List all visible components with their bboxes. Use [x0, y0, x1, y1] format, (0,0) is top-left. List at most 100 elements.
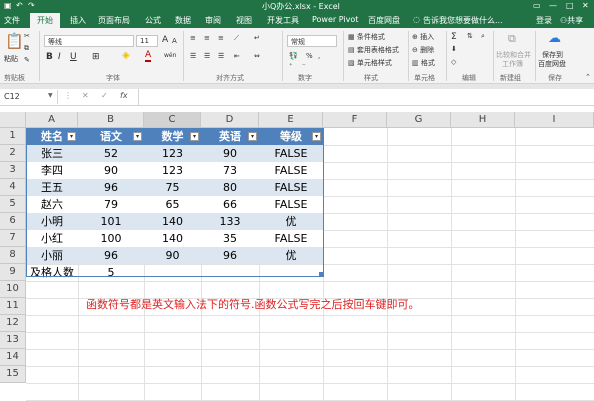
- table-cell[interactable]: 5: [78, 264, 144, 281]
- font-color-icon[interactable]: A: [145, 51, 152, 62]
- row-header-5[interactable]: 5: [0, 196, 26, 213]
- table-cell[interactable]: 96: [78, 179, 144, 196]
- select-all-corner[interactable]: [0, 112, 26, 128]
- table-cell[interactable]: 王五: [26, 179, 78, 196]
- table-cell[interactable]: 75: [144, 179, 201, 196]
- bold-button[interactable]: B: [46, 52, 53, 62]
- table-cell[interactable]: 张三: [26, 145, 78, 162]
- table-cell[interactable]: 小红: [26, 230, 78, 247]
- row-header-4[interactable]: 4: [0, 179, 26, 196]
- baidu-cloud-icon[interactable]: ☁: [548, 31, 561, 46]
- cancel-icon[interactable]: ✕: [82, 91, 89, 100]
- format-painter-icon[interactable]: ✎: [24, 56, 30, 64]
- fill-icon[interactable]: ⬇: [451, 45, 457, 53]
- format-as-table-button[interactable]: ▤ 套用表格格式: [348, 45, 399, 55]
- table-cell[interactable]: 79: [78, 196, 144, 213]
- column-header-E[interactable]: E: [259, 112, 323, 128]
- row-header-15[interactable]: 15: [0, 366, 26, 383]
- table-cell[interactable]: 73: [201, 162, 259, 179]
- column-header-C[interactable]: C: [144, 112, 201, 128]
- filter-dropdown-icon[interactable]: ▾: [190, 132, 199, 141]
- table-cell[interactable]: 赵六: [26, 196, 78, 213]
- share-button[interactable]: ⚇共享: [560, 15, 583, 26]
- redo-icon[interactable]: ↷: [28, 1, 35, 10]
- align-top-icon[interactable]: ≡: [190, 34, 196, 42]
- align-bottom-icon[interactable]: ≡: [218, 34, 224, 42]
- table-cell[interactable]: FALSE: [259, 162, 323, 179]
- table-cell[interactable]: FALSE: [259, 230, 323, 247]
- percent-button[interactable]: %: [306, 52, 313, 60]
- row-header-9[interactable]: 9: [0, 264, 26, 281]
- row-header-6[interactable]: 6: [0, 213, 26, 230]
- comma-button[interactable]: ,: [318, 52, 320, 60]
- table-cell[interactable]: 90: [144, 247, 201, 264]
- row-header-13[interactable]: 13: [0, 332, 26, 349]
- table-cell[interactable]: 140: [144, 230, 201, 247]
- cut-icon[interactable]: ✂: [24, 32, 30, 40]
- tab-view[interactable]: 视图: [236, 15, 252, 26]
- maximize-icon[interactable]: □: [566, 1, 574, 10]
- grow-font-icon[interactable]: A: [162, 35, 168, 45]
- tab-formulas[interactable]: 公式: [145, 15, 161, 26]
- table-header-1[interactable]: 语文 ▾: [78, 128, 144, 145]
- row-header-3[interactable]: 3: [0, 162, 26, 179]
- cell-styles-button[interactable]: ▧ 单元格样式: [348, 58, 392, 68]
- align-right-icon[interactable]: ☰: [218, 52, 224, 60]
- close-icon[interactable]: ✕: [582, 1, 589, 10]
- save-icon[interactable]: ▣: [4, 1, 12, 10]
- row-header-11[interactable]: 11: [0, 298, 26, 315]
- find-icon[interactable]: ⌕: [481, 32, 485, 41]
- align-center-icon[interactable]: ☰: [204, 52, 210, 60]
- clear-icon[interactable]: ◇: [451, 58, 456, 66]
- font-size-select[interactable]: 11: [136, 35, 158, 47]
- table-cell[interactable]: FALSE: [259, 145, 323, 162]
- insert-function-icon[interactable]: fx: [120, 91, 128, 100]
- tab-file[interactable]: 文件: [4, 15, 20, 26]
- table-cell[interactable]: 123: [144, 162, 201, 179]
- tab-power-pivot[interactable]: Power Pivot: [312, 15, 358, 24]
- save-baidu-label-2[interactable]: 百度网盘: [538, 59, 566, 69]
- filter-dropdown-icon[interactable]: ▾: [312, 132, 321, 141]
- border-icon[interactable]: ⊞: [92, 52, 100, 62]
- row-header-14[interactable]: 14: [0, 349, 26, 366]
- paste-icon[interactable]: 📋: [5, 32, 24, 50]
- fill-color-icon[interactable]: ◈: [122, 50, 130, 61]
- enter-icon[interactable]: ✓: [101, 91, 108, 100]
- table-header-0[interactable]: 姓名 ▾: [26, 128, 78, 145]
- table-cell[interactable]: 96: [78, 247, 144, 264]
- table-cell[interactable]: 96: [201, 247, 259, 264]
- sort-filter-icon[interactable]: ⇅: [467, 32, 473, 40]
- table-cell[interactable]: 小丽: [26, 247, 78, 264]
- table-cell[interactable]: 65: [144, 196, 201, 213]
- row-header-10[interactable]: 10: [0, 281, 26, 298]
- autosum-icon[interactable]: Σ: [451, 32, 457, 42]
- table-cell[interactable]: 133: [201, 213, 259, 230]
- insert-cells-button[interactable]: ⊕ 插入: [412, 32, 434, 42]
- table-cell[interactable]: 140: [144, 213, 201, 230]
- underline-button[interactable]: U: [70, 52, 77, 62]
- table-cell[interactable]: 李四: [26, 162, 78, 179]
- tab-data[interactable]: 数据: [175, 15, 191, 26]
- column-header-B[interactable]: B: [78, 112, 144, 128]
- table-cell[interactable]: FALSE: [259, 196, 323, 213]
- decrease-decimal-icon[interactable]: ⁻: [302, 62, 306, 70]
- table-resize-handle[interactable]: [319, 272, 324, 277]
- orientation-icon[interactable]: ⟋: [234, 34, 239, 43]
- table-cell[interactable]: 52: [78, 145, 144, 162]
- row-header-7[interactable]: 7: [0, 230, 26, 247]
- login-link[interactable]: 登录: [536, 15, 552, 26]
- column-header-I[interactable]: I: [515, 112, 594, 128]
- table-cell[interactable]: 35: [201, 230, 259, 247]
- table-cell[interactable]: FALSE: [259, 179, 323, 196]
- delete-cells-button[interactable]: ⊖ 删除: [412, 45, 434, 55]
- column-header-H[interactable]: H: [451, 112, 515, 128]
- table-cell[interactable]: 小明: [26, 213, 78, 230]
- tab-review[interactable]: 审阅: [205, 15, 221, 26]
- filter-dropdown-icon[interactable]: ▾: [133, 132, 142, 141]
- row-header-1[interactable]: 1: [0, 128, 26, 145]
- name-box[interactable]: C12 ▼: [0, 90, 58, 104]
- italic-button[interactable]: I: [58, 52, 61, 62]
- table-cell[interactable]: 100: [78, 230, 144, 247]
- table-header-3[interactable]: 英语 ▾: [201, 128, 259, 145]
- table-cell[interactable]: 优: [259, 213, 323, 230]
